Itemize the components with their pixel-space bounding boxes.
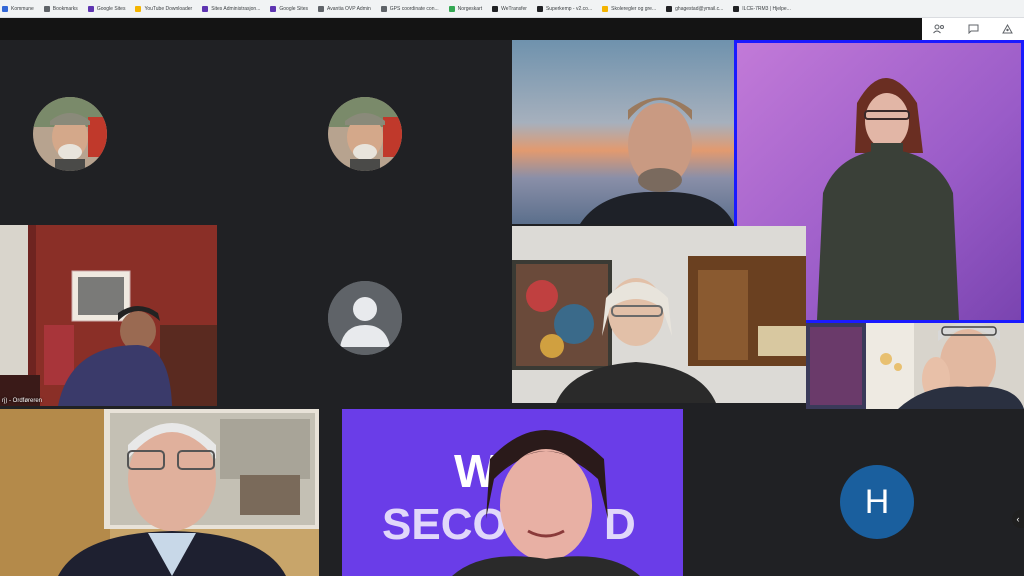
bookmark-label: Google Sites (96, 5, 126, 12)
bookmark-label: Sites Administrasjon... (211, 5, 261, 12)
bookmark-favicon-icon (380, 5, 387, 12)
initial-avatar: H (840, 465, 914, 539)
bookmark-favicon-icon (492, 5, 499, 12)
svg-text:D: D (604, 500, 636, 549)
bookmark-label: Skoleregler og gre... (611, 5, 657, 12)
bookmark-favicon-icon (666, 5, 673, 12)
participant-tile[interactable] (0, 40, 140, 225)
bookmark-label: GPS coordinate con... (389, 5, 439, 12)
participant-tile[interactable]: H (684, 409, 1024, 576)
bookmark-item[interactable]: Kommune (2, 5, 34, 12)
activities-icon[interactable] (1000, 22, 1014, 36)
bookmark-item[interactable]: Avantia OVP Admin (318, 5, 371, 12)
bookmark-favicon-icon (135, 5, 142, 12)
bookmark-item[interactable]: Norgeskart (448, 5, 483, 12)
avatar (33, 97, 107, 171)
bookmark-item[interactable]: Google Sites (87, 5, 126, 12)
bookmark-label: Avantia OVP Admin (327, 5, 371, 12)
participant-name-label: rj) - Ordføreren (2, 398, 43, 404)
bookmark-item[interactable]: Bookmarks (43, 5, 78, 12)
bookmark-favicon-icon (43, 5, 50, 12)
bookmark-label: ghagestad@ymail.c... (675, 5, 724, 12)
bookmark-label: YouTube Downloader (144, 5, 193, 12)
bookmark-label: Norgeskart (457, 5, 483, 12)
bookmark-favicon-icon (602, 5, 609, 12)
meeting-window: Kommune Bookmarks Google Sites YouTube Down… (0, 0, 1024, 576)
bookmark-item[interactable]: Sites Administrasjon... (202, 5, 261, 12)
bookmark-favicon-icon (733, 5, 740, 12)
bookmark-favicon-icon (2, 5, 8, 12)
people-icon[interactable] (932, 22, 946, 36)
bookmark-label: Google Sites (279, 5, 309, 12)
chat-icon[interactable] (966, 22, 980, 36)
participant-video[interactable] (806, 323, 1024, 409)
participant-video[interactable] (512, 226, 806, 403)
bookmark-item[interactable]: WeTransfer (492, 5, 527, 12)
bookmark-label: Bookmarks (52, 5, 78, 12)
meeting-toolbar (922, 18, 1024, 40)
bookmark-favicon-icon (536, 5, 543, 12)
participant-video[interactable] (0, 409, 319, 576)
bookmark-favicon-icon (448, 5, 455, 12)
bookmarks-bar: Kommune Bookmarks Google Sites YouTube Down… (0, 0, 1024, 18)
participant-video[interactable]: rj) - Ordføreren (0, 225, 217, 406)
participant-video[interactable] (512, 40, 734, 224)
bookmark-label: Superkemp - v2.co... (545, 5, 593, 12)
top-strip (0, 18, 1024, 40)
chevron-left-icon[interactable]: ‹ (1012, 510, 1024, 528)
bookmark-item[interactable]: Superkemp - v2.co... (536, 5, 593, 12)
bookmark-label: WeTransfer (501, 5, 527, 12)
participant-tile[interactable] (218, 225, 510, 408)
avatar (328, 97, 402, 171)
participant-tile[interactable] (218, 40, 510, 225)
participant-video[interactable]: W SECO D (342, 409, 683, 576)
bookmark-item[interactable]: Google Sites (270, 5, 309, 12)
default-user-icon (328, 281, 402, 355)
bookmark-favicon-icon (318, 5, 325, 12)
bookmark-label: ILCE-7RM3 | Hjelpe... (742, 5, 791, 12)
bookmark-favicon-icon (270, 5, 277, 12)
bookmark-item[interactable]: Skoleregler og gre... (602, 5, 657, 12)
bookmark-item[interactable]: YouTube Downloader (135, 5, 193, 12)
bookmark-item[interactable]: ILCE-7RM3 | Hjelpe... (733, 5, 791, 12)
bookmark-favicon-icon (202, 5, 209, 12)
bookmark-item[interactable]: ghagestad@ymail.c... (666, 5, 724, 12)
bookmark-item[interactable]: GPS coordinate con... (380, 5, 439, 12)
bookmark-label: Kommune (11, 5, 34, 12)
bookmark-favicon-icon (87, 5, 94, 12)
